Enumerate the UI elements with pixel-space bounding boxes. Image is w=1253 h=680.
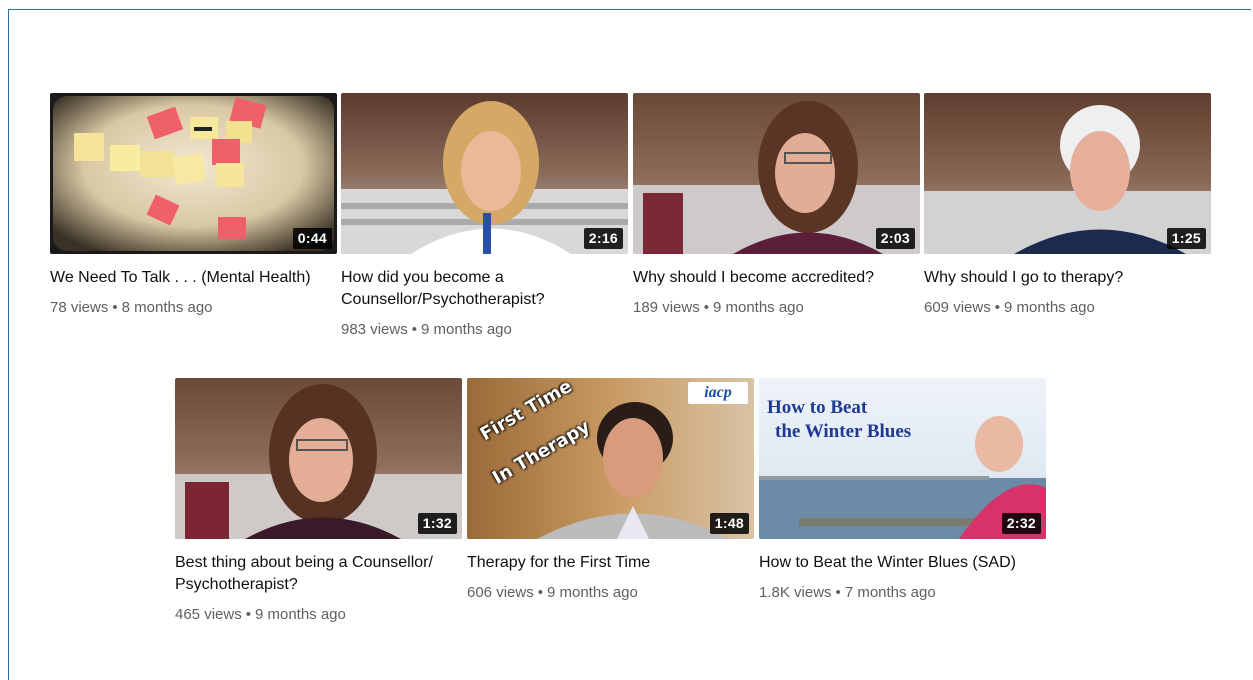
video-duration: 2:03 [875, 228, 915, 249]
video-duration: 1:25 [1166, 228, 1206, 249]
video-meta: 1.8K views • 7 months ago [759, 583, 1046, 603]
video-title[interactable]: Therapy for the First Time [467, 552, 737, 574]
meta-separator: • [537, 584, 543, 601]
video-meta: 606 views • 9 months ago [467, 583, 754, 603]
video-thumbnail[interactable]: First Time In Therapy iacp 1:48 [467, 378, 754, 539]
iacp-logo: iacp [688, 382, 748, 404]
thumbnail-overlay-text: the Winter Blues [775, 421, 912, 442]
video-thumbnail[interactable]: 0:44 [50, 93, 337, 254]
video-duration: 1:32 [417, 513, 457, 534]
video-duration: 1:48 [709, 513, 749, 534]
video-card[interactable]: How to Beat the Winter Blues 2:32 How to… [759, 378, 1046, 603]
upload-age: 8 months ago [121, 299, 213, 316]
upload-age: 9 months ago [420, 321, 512, 338]
view-count: 1.8K views [759, 584, 832, 601]
video-duration: 2:32 [1001, 513, 1041, 534]
meta-separator: • [994, 299, 1000, 316]
meta-separator: • [835, 584, 841, 601]
view-count: 465 views [175, 606, 242, 623]
meta-separator: • [245, 606, 251, 623]
video-thumbnail[interactable]: 1:25 [924, 93, 1211, 254]
video-card[interactable]: 2:16 How did you become a Counsellor/Psy… [341, 93, 628, 340]
view-count: 983 views [341, 321, 408, 338]
view-count: 189 views [633, 299, 700, 316]
view-count: 78 views [50, 299, 109, 316]
meta-separator: • [411, 321, 417, 338]
video-card[interactable]: 0:44 We Need To Talk . . . (Mental Healt… [50, 93, 337, 318]
video-title[interactable]: Why should I go to therapy? [924, 267, 1194, 289]
upload-age: 9 months ago [712, 299, 804, 316]
video-meta: 465 views • 9 months ago [175, 605, 462, 625]
view-count: 609 views [924, 299, 991, 316]
upload-age: 9 months ago [546, 584, 638, 601]
video-meta: 189 views • 9 months ago [633, 298, 920, 318]
video-thumbnail[interactable]: How to Beat the Winter Blues 2:32 [759, 378, 1046, 539]
video-duration: 0:44 [292, 228, 332, 249]
video-duration: 2:16 [583, 228, 623, 249]
video-title[interactable]: How did you become a Counsellor/Psychoth… [341, 267, 611, 311]
video-thumbnail[interactable]: 2:03 [633, 93, 920, 254]
video-card[interactable]: 2:03 Why should I become accredited? 189… [633, 93, 920, 318]
video-title[interactable]: Why should I become accredited? [633, 267, 903, 289]
video-title[interactable]: Best thing about being a Counsellor/ Psy… [175, 552, 445, 596]
video-card[interactable]: First Time In Therapy iacp 1:48 Therapy … [467, 378, 754, 603]
thumbnail-overlay-text: How to Beat [767, 397, 868, 418]
view-count: 606 views [467, 584, 534, 601]
video-thumbnail[interactable]: 2:16 [341, 93, 628, 254]
video-title[interactable]: We Need To Talk . . . (Mental Health) [50, 267, 320, 289]
upload-age: 9 months ago [1003, 299, 1095, 316]
video-meta: 78 views • 8 months ago [50, 298, 337, 318]
video-card[interactable]: 1:25 Why should I go to therapy? 609 vie… [924, 93, 1211, 318]
upload-age: 9 months ago [254, 606, 346, 623]
video-title[interactable]: How to Beat the Winter Blues (SAD) [759, 552, 1029, 574]
upload-age: 7 months ago [844, 584, 936, 601]
video-thumbnail[interactable]: 1:32 [175, 378, 462, 539]
video-card[interactable]: 1:32 Best thing about being a Counsellor… [175, 378, 462, 625]
meta-separator: • [703, 299, 709, 316]
meta-separator: • [112, 299, 118, 316]
video-meta: 609 views • 9 months ago [924, 298, 1211, 318]
video-meta: 983 views • 9 months ago [341, 320, 628, 340]
